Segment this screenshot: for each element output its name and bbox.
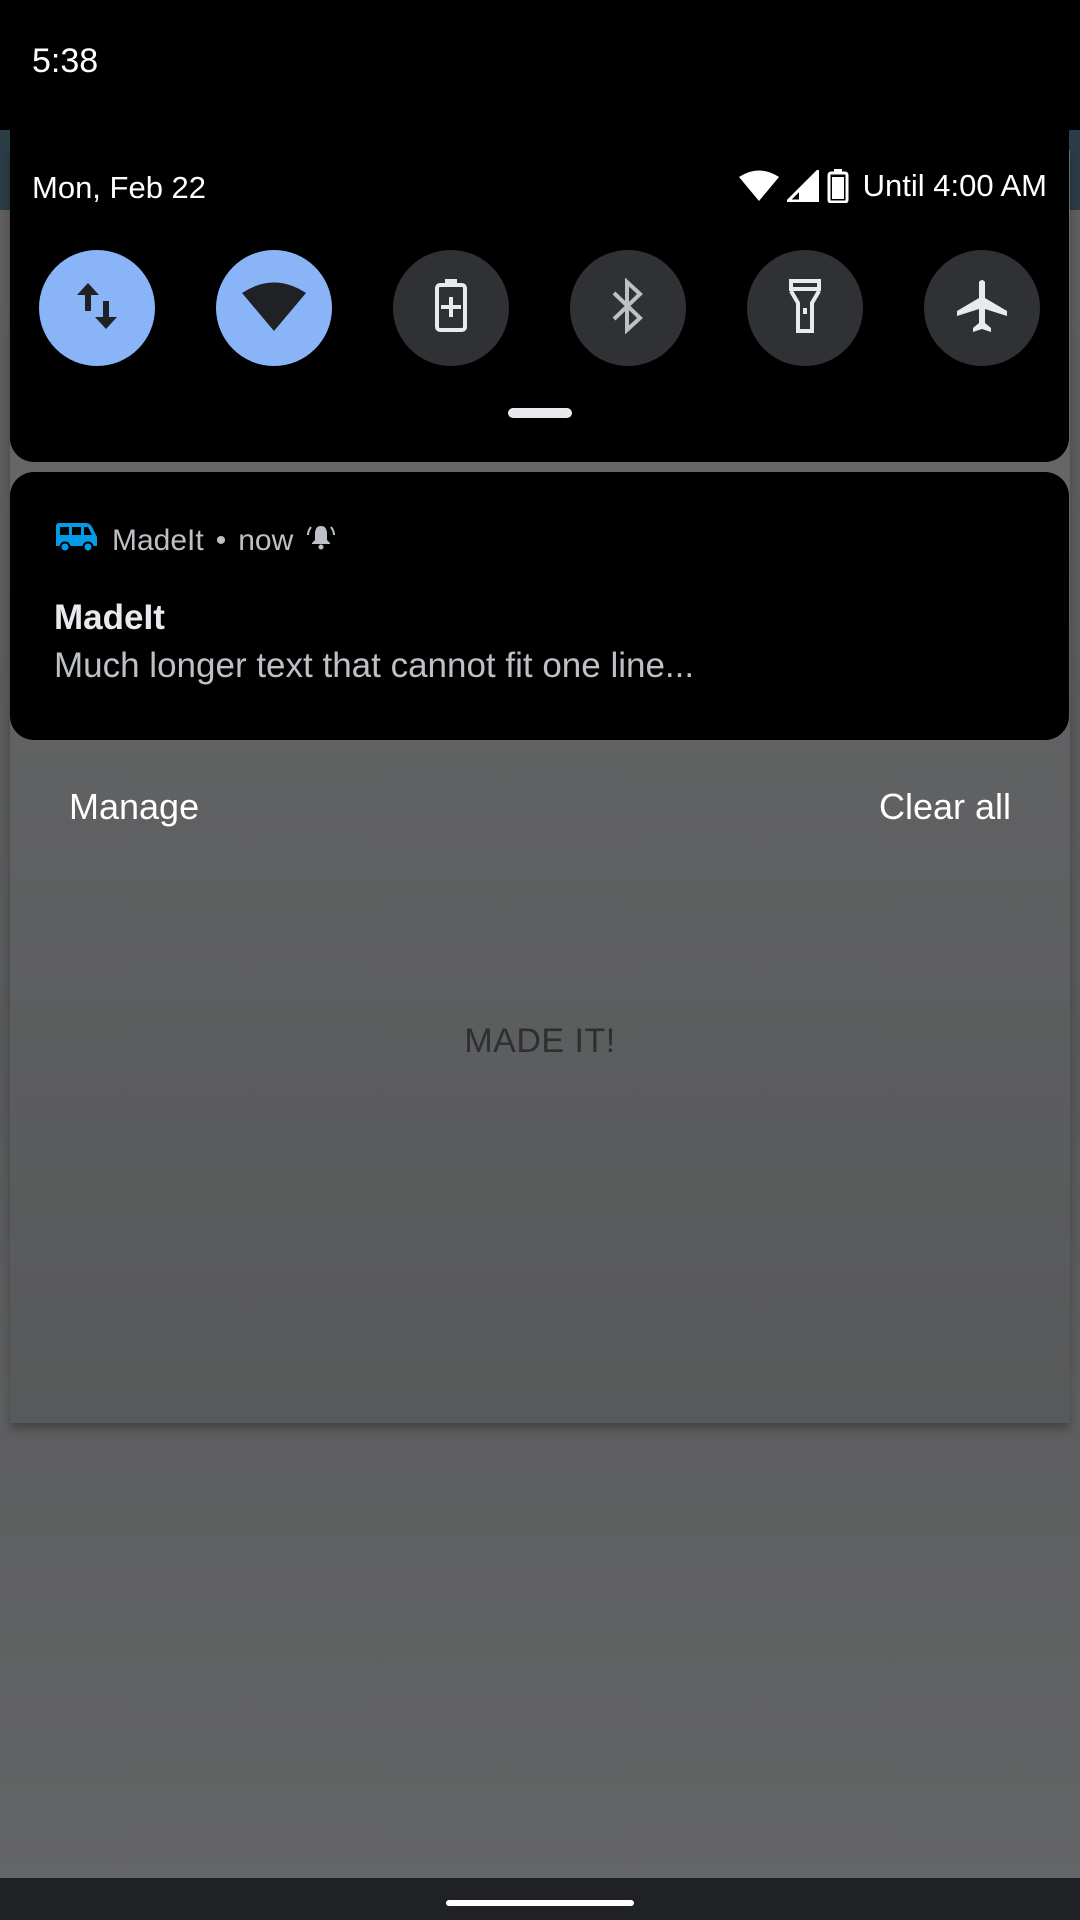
notification-separator: • xyxy=(215,524,227,557)
flashlight-icon xyxy=(788,278,822,339)
notification-time: now xyxy=(238,524,294,557)
app-center-text: MADE IT! xyxy=(464,1022,616,1060)
quick-settings-tiles xyxy=(39,250,1040,366)
tile-wifi[interactable] xyxy=(216,250,332,366)
status-clock: 5:38 xyxy=(32,42,99,80)
battery-saver-icon xyxy=(434,278,468,338)
date-label[interactable]: Mon, Feb 22 xyxy=(32,170,206,206)
wifi-icon xyxy=(241,280,307,337)
swap-vert-icon xyxy=(75,281,119,336)
notification-header: MadeIt • now xyxy=(54,522,336,560)
status-bar: 5:38 xyxy=(0,0,1080,130)
cell-signal-icon xyxy=(786,170,819,202)
bell-icon xyxy=(307,523,336,559)
airplane-icon xyxy=(955,278,1009,339)
notification-title: MadeIt xyxy=(54,598,165,637)
tile-airplane-mode[interactable] xyxy=(924,250,1040,366)
navigation-bar xyxy=(0,1878,1080,1920)
clear-all-button[interactable]: Clear all xyxy=(879,786,1011,828)
quick-settings-header: Mon, Feb 22 Until 4:00 AM xyxy=(10,130,1069,230)
bus-icon xyxy=(54,522,98,560)
battery-icon xyxy=(827,169,849,203)
notification-text: Much longer text that cannot fit one lin… xyxy=(54,646,695,685)
notification-card[interactable]: MadeIt • now MadeIt Much longer text tha… xyxy=(10,472,1069,740)
tile-flashlight[interactable] xyxy=(747,250,863,366)
notification-app-name: MadeIt xyxy=(112,524,204,557)
tile-mobile-data[interactable] xyxy=(39,250,155,366)
tile-battery-saver[interactable] xyxy=(393,250,509,366)
quick-settings-panel: Mon, Feb 22 Until 4:00 AM xyxy=(10,130,1069,462)
bluetooth-icon xyxy=(610,276,646,339)
manage-button[interactable]: Manage xyxy=(69,786,199,828)
status-icons: Until 4:00 AM xyxy=(738,168,1047,204)
battery-estimate[interactable]: Until 4:00 AM xyxy=(863,168,1047,204)
wifi-signal-icon xyxy=(738,170,779,202)
tile-bluetooth[interactable] xyxy=(570,250,686,366)
expand-handle[interactable] xyxy=(508,408,572,418)
home-gesture-handle[interactable] xyxy=(446,1900,634,1906)
